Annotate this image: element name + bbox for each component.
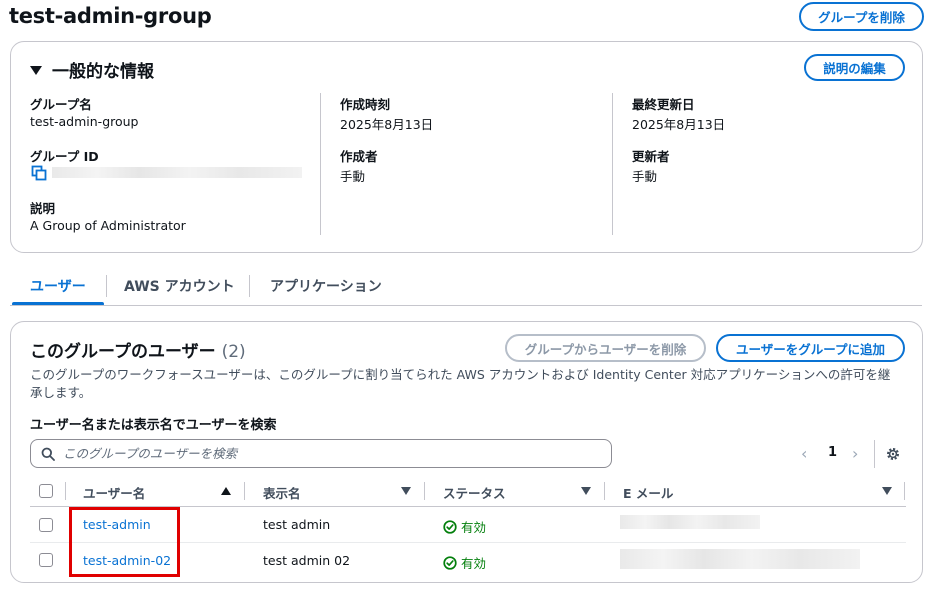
display-name-cell: test admin [263, 517, 331, 532]
group-users-description: このグループのワークフォースユーザーは、このグループに割り当てられた AWS ア… [30, 367, 891, 400]
created-time-label: 作成時刻 [340, 97, 391, 112]
column-separator [244, 482, 245, 500]
search-input[interactable] [63, 446, 563, 461]
updated-by-label: 更新者 [632, 149, 670, 164]
tab-aws-accounts[interactable]: AWS アカウント [124, 276, 235, 296]
general-info-header[interactable]: 一般的な情報 [30, 57, 154, 82]
divider [612, 93, 613, 235]
search-input-container[interactable] [30, 439, 612, 468]
group-name-label: グループ名 [30, 97, 92, 112]
sort-icon[interactable] [401, 487, 411, 495]
divider [320, 93, 321, 235]
general-info-title: 一般的な情報 [52, 62, 154, 82]
sort-icon[interactable] [581, 487, 591, 495]
status-badge: 有効 [443, 517, 486, 536]
edit-description-button[interactable]: 説明の編集 [804, 54, 905, 81]
description-value: A Group of Administrator [30, 218, 186, 233]
group-id-label: グループ ID [30, 149, 99, 164]
tab-separator [106, 275, 107, 297]
highlight-box [69, 507, 180, 577]
current-page[interactable]: 1 [828, 445, 837, 460]
check-circle-icon [443, 555, 457, 570]
search-label: ユーザー名または表示名でユーザーを検索 [30, 418, 277, 433]
created-by-value: 手動 [340, 169, 366, 184]
add-users-button[interactable]: ユーザーをグループに追加 [716, 334, 905, 362]
check-circle-icon [443, 519, 457, 534]
column-header-status[interactable]: ステータス [443, 483, 506, 502]
updated-by-value: 手動 [632, 169, 658, 184]
tab-separator [249, 275, 250, 297]
delete-group-button[interactable]: グループを削除 [799, 2, 924, 31]
column-separator [424, 482, 425, 500]
sort-icon[interactable] [882, 487, 892, 495]
display-name-cell: test admin 02 [263, 553, 351, 568]
description-label: 説明 [30, 201, 56, 216]
group-id-redacted [52, 167, 302, 178]
sort-ascending-icon[interactable] [221, 487, 231, 495]
status-text: 有効 [461, 556, 487, 571]
search-icon [41, 447, 55, 461]
column-separator [904, 482, 905, 500]
tabs-divider [10, 305, 922, 306]
chevron-left-icon[interactable]: ‹ [801, 444, 807, 463]
pager-separator [874, 440, 875, 468]
status-badge: 有効 [443, 553, 486, 572]
tab-users[interactable]: ユーザー [30, 276, 86, 296]
last-updated-label: 最終更新日 [632, 97, 695, 112]
remove-users-button[interactable]: グループからユーザーを削除 [505, 334, 706, 362]
group-users-title: このグループのユーザー (2) [30, 337, 246, 362]
created-time-value: 2025年8月13日 [340, 117, 434, 132]
group-name-value: test-admin-group [30, 114, 139, 129]
chevron-right-icon[interactable]: › [852, 444, 858, 463]
column-header-username[interactable]: ユーザー名 [83, 483, 145, 502]
gear-icon[interactable] [885, 446, 901, 462]
email-redacted [620, 549, 860, 569]
column-separator [65, 482, 66, 500]
page-title: test-admin-group [9, 4, 212, 28]
column-header-display-name[interactable]: 表示名 [263, 483, 301, 502]
column-separator [604, 482, 605, 500]
row-checkbox[interactable] [39, 518, 53, 532]
select-all-checkbox[interactable] [39, 484, 53, 498]
status-text: 有効 [461, 520, 487, 535]
row-checkbox[interactable] [39, 553, 53, 567]
last-updated-value: 2025年8月13日 [632, 117, 726, 132]
created-by-label: 作成者 [340, 149, 378, 164]
group-users-title-text: このグループのユーザー [30, 342, 216, 362]
group-users-count: (2) [221, 342, 246, 362]
email-redacted [620, 515, 760, 529]
caret-down-icon [30, 66, 42, 75]
tab-applications[interactable]: アプリケーション [270, 276, 382, 296]
copy-icon[interactable] [31, 165, 47, 181]
column-header-email[interactable]: E メール [623, 483, 673, 502]
